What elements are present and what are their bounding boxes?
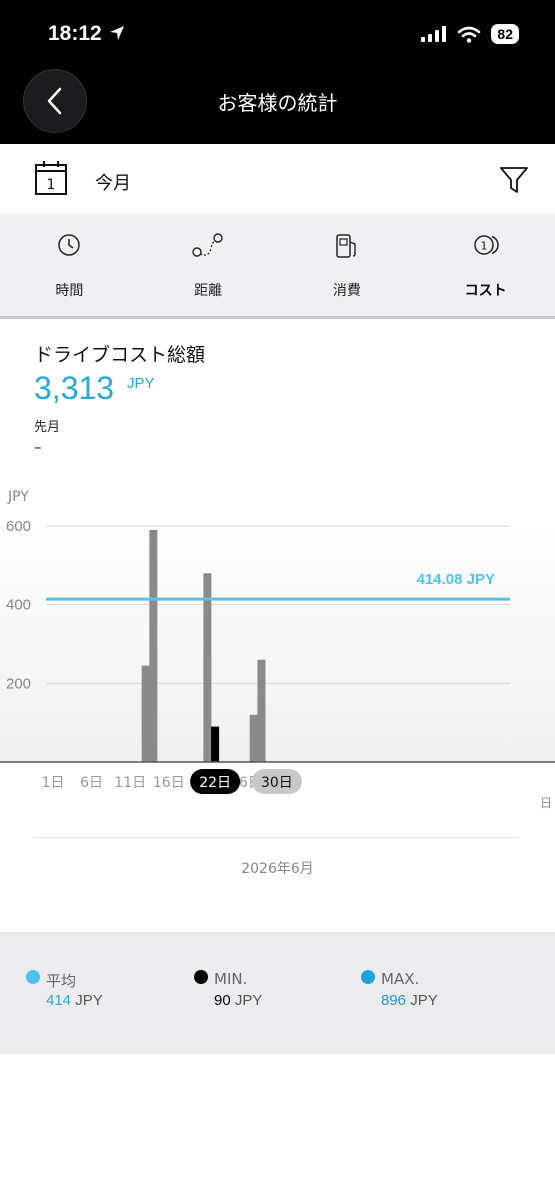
today-label: 30日 <box>261 775 293 791</box>
x-tick-label: 1日 <box>42 775 65 791</box>
tab-cost-label: コスト <box>464 283 507 299</box>
tab-time-label: 時間 <box>55 283 84 299</box>
location-arrow-icon <box>109 26 124 40</box>
tab-distance[interactable]: 距離 <box>139 214 278 316</box>
bar <box>141 665 150 762</box>
divider <box>34 837 519 838</box>
cellular-signal-icon <box>421 26 447 42</box>
x-axis-unit: 日 <box>540 796 552 810</box>
svg-text:1: 1 <box>480 240 487 253</box>
calendar-day: 1 <box>47 177 56 193</box>
y-tick-label: 200 <box>6 675 31 692</box>
legend-average-label: 平均 <box>46 972 77 990</box>
chart-plot-background <box>0 520 555 762</box>
tab-distance-label: 距離 <box>194 283 223 299</box>
coin-icon: 1 <box>473 235 499 255</box>
legend-average-dot <box>26 970 40 984</box>
summary-unit: JPY <box>127 375 155 392</box>
legend-max-dot <box>361 970 375 984</box>
legend-max-unit: JPY <box>410 992 438 1009</box>
period-label: 今月 <box>95 173 131 194</box>
page-title: お客様の統計 <box>217 91 338 115</box>
selected-day-label: 22日 <box>199 775 231 791</box>
legend-min-value-row: 90 JPY <box>214 992 262 1009</box>
period-selector[interactable]: 1 今月 <box>0 144 555 215</box>
wifi-icon <box>458 26 481 43</box>
previous-month-label: 先月 <box>34 420 61 435</box>
stats-tabs: 時間 距離 消費 1 コスト <box>0 214 555 319</box>
filter-icon[interactable] <box>499 166 529 194</box>
cost-bar-chart[interactable]: JPY 200400600 414.08 JPY 1日6日11日16日226日2… <box>0 480 555 820</box>
x-tick-label: 16日 <box>153 775 185 791</box>
fuel-icon <box>336 234 356 258</box>
average-line-label: 414.08 JPY <box>417 571 495 588</box>
bar <box>149 529 158 762</box>
tab-consumption-label: 消費 <box>332 283 361 299</box>
tab-consumption[interactable]: 消費 <box>278 214 417 316</box>
y-tick-label: 400 <box>6 597 31 614</box>
bar <box>249 714 258 762</box>
summary-title: ドライブコスト総額 <box>34 344 206 366</box>
previous-month-value: – <box>34 438 42 456</box>
calendar-icon: 1 <box>35 161 67 195</box>
bar-selected <box>211 726 220 762</box>
legend-max-label: MAX. <box>381 970 420 988</box>
legend-min-label: MIN. <box>214 970 248 988</box>
tab-cost[interactable]: 1 コスト <box>416 214 555 316</box>
bar <box>203 573 212 762</box>
stats-legend: 平均 414 JPY MIN. 90 JPY MAX. 896 JPY <box>0 932 555 1054</box>
legend-min-value: 90 <box>214 992 231 1009</box>
legend-min-unit: JPY <box>234 992 263 1009</box>
legend-average-value: 414 <box>46 992 72 1009</box>
x-tick-label: 11日 <box>114 775 146 791</box>
y-tick-label: 600 <box>6 518 31 535</box>
summary-total-value: 3,313 <box>34 370 115 406</box>
month-label: 2026年6月 <box>241 861 314 877</box>
navigation-bar: お客様の統計 <box>0 62 555 144</box>
legend-average-value-row: 414 JPY <box>46 992 103 1009</box>
clock-icon <box>58 234 81 256</box>
legend-max-value: 896 <box>381 992 407 1009</box>
legend-min-dot <box>194 970 208 984</box>
route-icon <box>192 233 223 257</box>
status-time: 18:12 <box>48 22 126 46</box>
battery-indicator: 82 <box>491 24 519 44</box>
y-axis-label: JPY <box>7 489 29 505</box>
bar <box>257 659 266 762</box>
tab-time[interactable]: 時間 <box>0 214 139 316</box>
status-bar: 18:12 82 <box>0 0 555 62</box>
legend-average-unit: JPY <box>75 992 103 1009</box>
legend-max-value-row: 896 JPY <box>381 992 438 1009</box>
x-tick-label: 6日 <box>80 775 103 791</box>
